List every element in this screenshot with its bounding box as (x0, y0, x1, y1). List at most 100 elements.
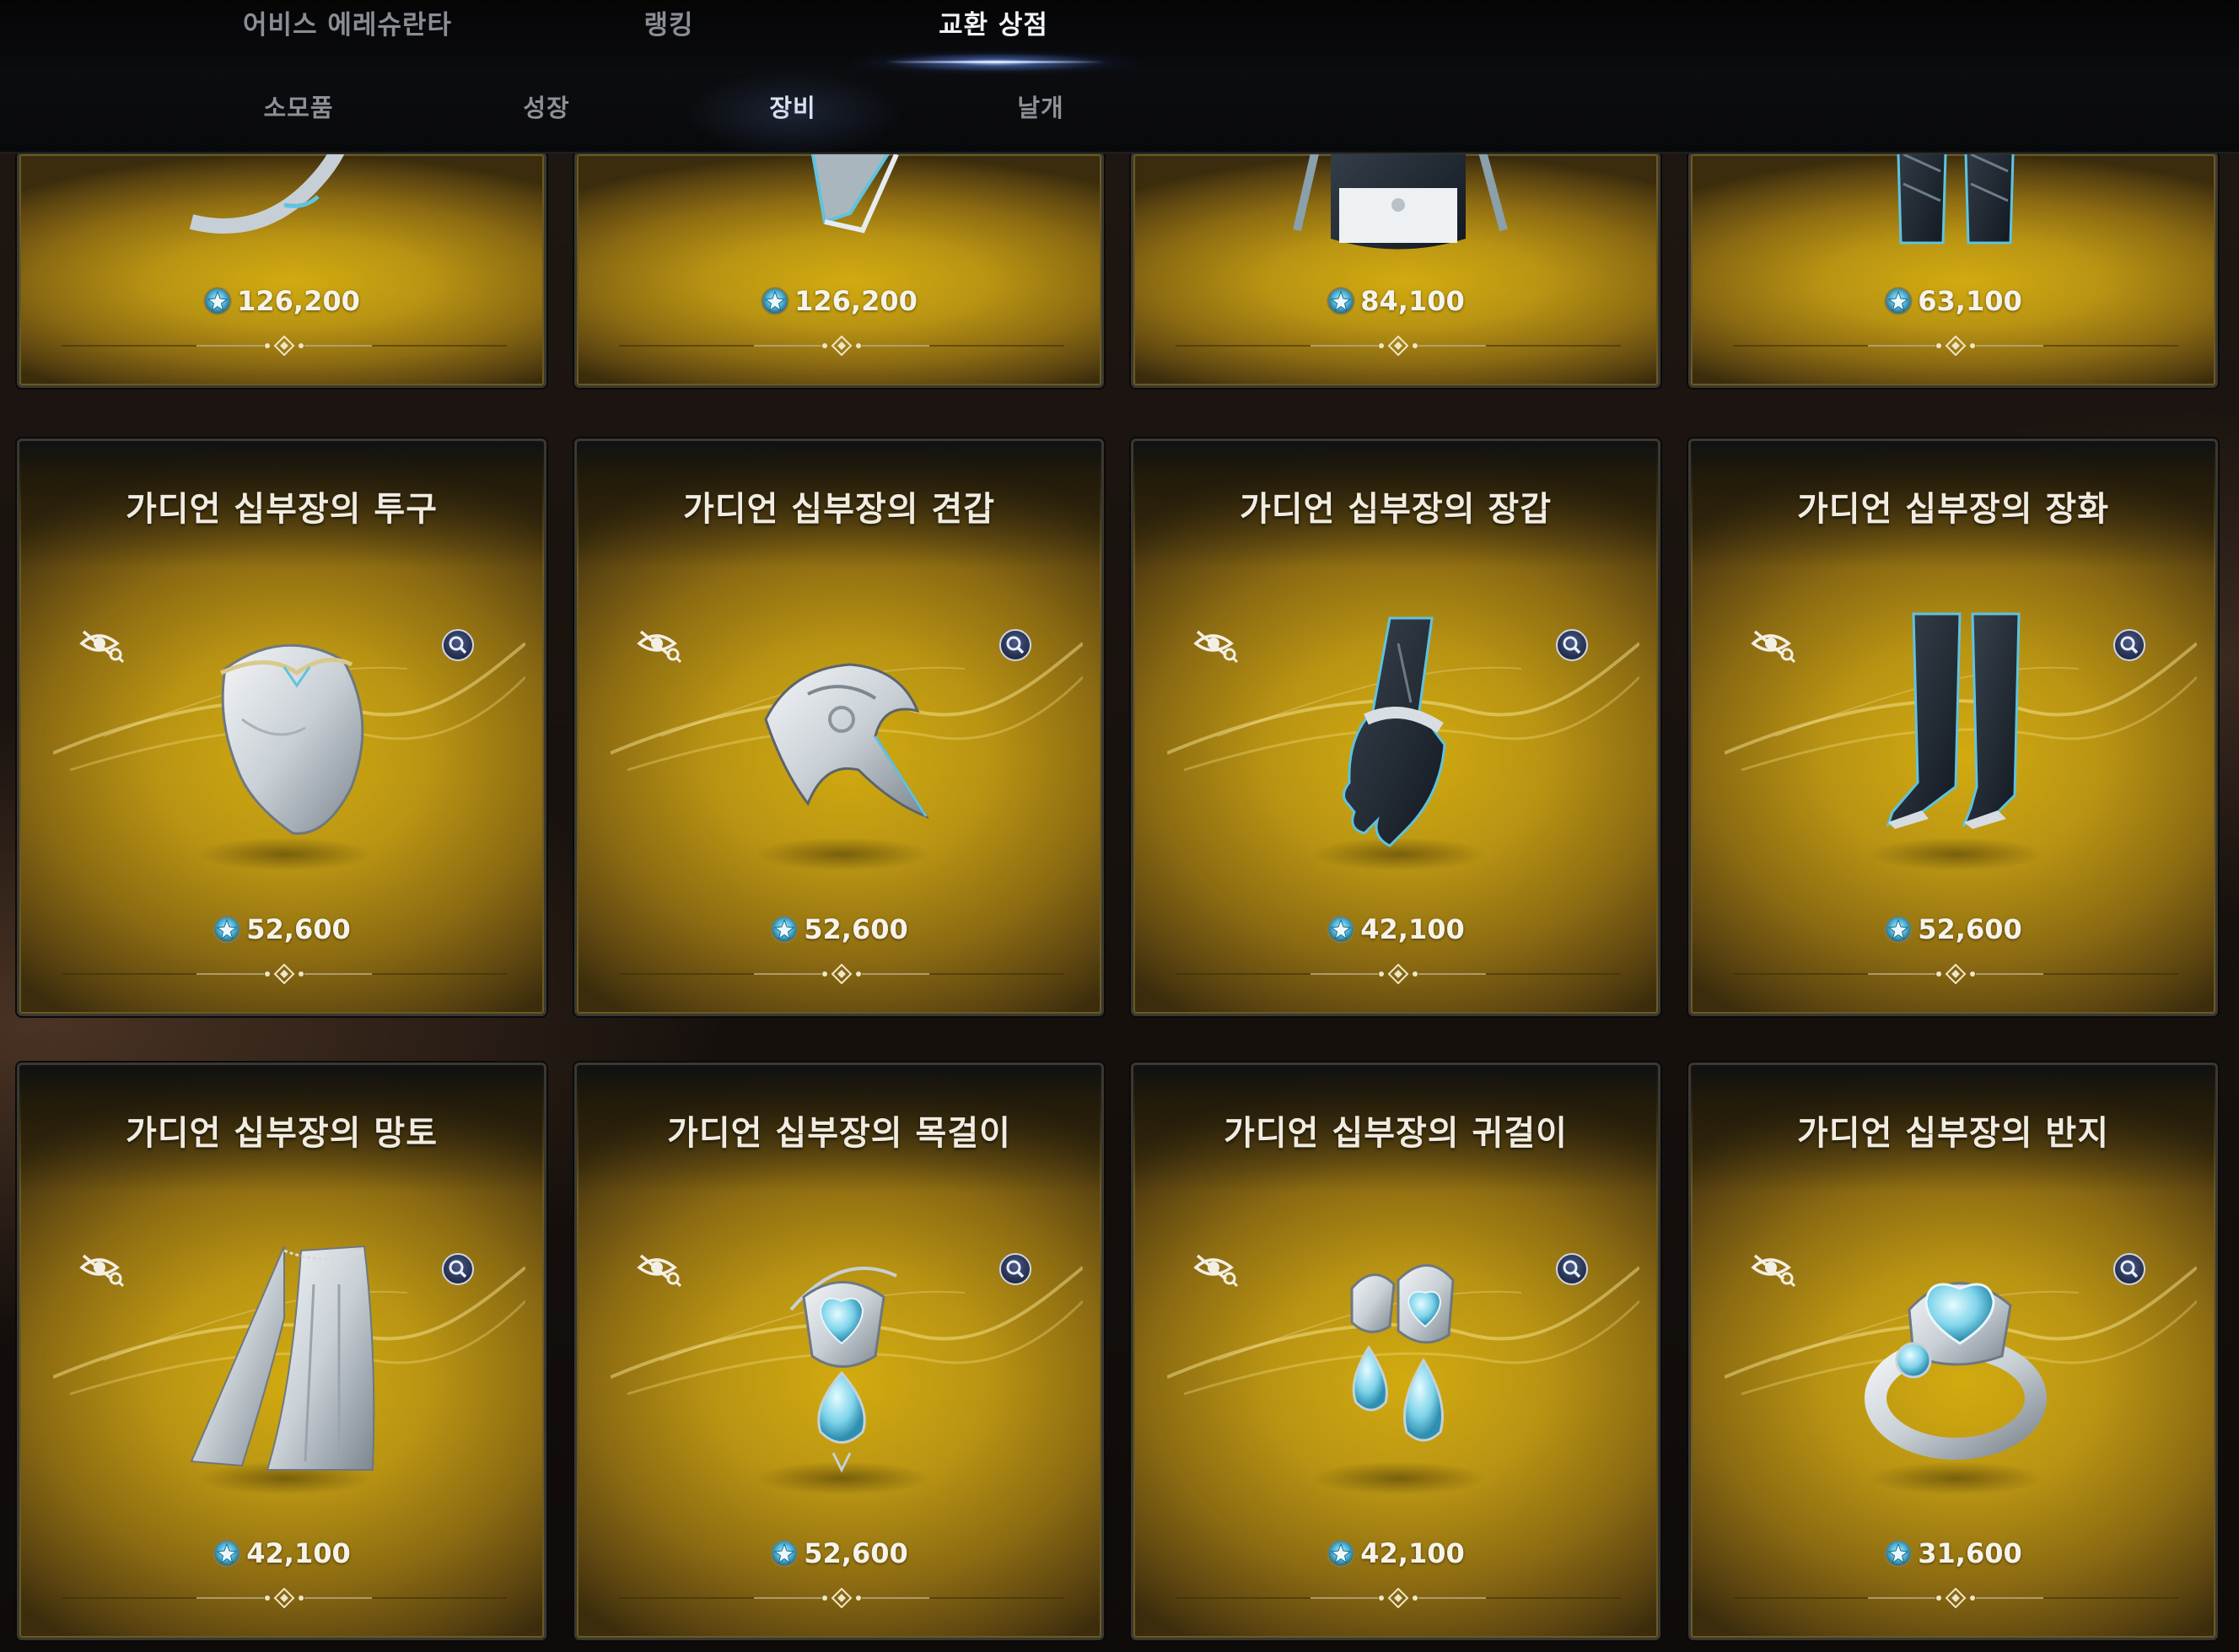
zoom-icon[interactable] (998, 1252, 1032, 1286)
tab-ranking[interactable]: 랭킹 (643, 0, 693, 67)
hide-preview-icon[interactable] (1192, 1251, 1240, 1288)
ornament-divider (1176, 1588, 1621, 1608)
ornament-divider (1733, 1588, 2178, 1608)
shop-card[interactable]: 126,200 (574, 152, 1104, 388)
price-value: 42,100 (1360, 913, 1465, 945)
glove-icon (1343, 616, 1446, 848)
item-name: 가디언 십부장의 견갑 (682, 489, 996, 529)
necklace-icon (789, 1267, 897, 1473)
ornament-divider (1733, 336, 2178, 356)
subtab-growth[interactable]: 성장 (523, 67, 569, 152)
hide-preview-icon[interactable] (636, 627, 683, 664)
price-row: 52,600 (19, 913, 544, 945)
price-value: 52,600 (804, 913, 908, 945)
price-value: 84,100 (1360, 285, 1465, 317)
zoom-icon[interactable] (2113, 628, 2146, 662)
blue-star-coin-icon (1327, 287, 1355, 315)
item-name: 가디언 십부장의 장화 (1796, 489, 2110, 529)
ornament-divider (62, 1588, 507, 1608)
tab-abyss-ereshuranta[interactable]: 어비스 에레슈란타 (243, 0, 452, 67)
blue-star-coin-icon (761, 287, 789, 315)
ornament-divider (619, 1588, 1064, 1608)
price-row: 42,100 (1133, 1537, 1658, 1569)
weapon-icon (810, 154, 899, 234)
ornament-divider (1176, 336, 1621, 356)
subtab-consumables[interactable]: 소모품 (263, 67, 333, 152)
price-row: 42,100 (1133, 913, 1658, 945)
ring-icon (1865, 1282, 2047, 1460)
item-name: 가디언 십부장의 반지 (1796, 1113, 2110, 1153)
price-value: 42,100 (246, 1537, 351, 1569)
blue-star-coin-icon (1884, 1539, 1913, 1568)
blue-star-coin-icon (770, 1539, 799, 1568)
blue-star-coin-icon (1884, 287, 1913, 315)
shop-card[interactable]: 126,200 (17, 152, 546, 388)
shop-card[interactable]: 가디언 십부장의 귀걸이 42,100 (1131, 1063, 1660, 1640)
subtab-wings[interactable]: 날개 (1017, 67, 1063, 152)
shop-card[interactable]: 84,100 (1131, 152, 1660, 388)
price-value: 63,100 (1918, 285, 2022, 317)
active-subtab-glow (675, 67, 911, 152)
hide-preview-icon[interactable] (1750, 627, 1797, 664)
helmet-icon (219, 643, 364, 835)
blue-star-coin-icon (770, 915, 799, 944)
price-row: 42,100 (19, 1537, 544, 1569)
zoom-icon[interactable] (441, 628, 475, 662)
shop-card[interactable]: 가디언 십부장의 견갑 52,600 (574, 439, 1104, 1016)
cape-icon (190, 1245, 375, 1471)
chest-armor-icon (1293, 154, 1508, 250)
ornament-divider (1733, 964, 2178, 984)
shop-card[interactable]: 63,100 (1688, 152, 2218, 388)
price-value: 31,600 (1918, 1537, 2022, 1569)
price-value: 52,600 (246, 913, 351, 945)
ornament-divider (62, 336, 507, 356)
shop-card[interactable]: 가디언 십부장의 목걸이 52,600 (574, 1063, 1104, 1640)
boots-icon (1886, 612, 2021, 829)
shop-card[interactable]: 가디언 십부장의 반지 31,600 (1688, 1063, 2218, 1640)
price-row: 52,600 (577, 1537, 1101, 1569)
shop-card[interactable]: 가디언 십부장의 투구 52,600 (17, 439, 546, 1016)
zoom-icon[interactable] (2113, 1252, 2146, 1286)
price-value: 52,600 (804, 1537, 908, 1569)
hide-preview-icon[interactable] (78, 1251, 126, 1288)
price-value: 52,600 (1918, 913, 2022, 945)
zoom-icon[interactable] (1555, 628, 1589, 662)
price-value: 126,200 (237, 285, 360, 317)
hide-preview-icon[interactable] (1192, 627, 1240, 664)
ornament-divider (619, 336, 1064, 356)
hide-preview-icon[interactable] (636, 1251, 683, 1288)
weapon-icon (189, 154, 345, 234)
price-row: 126,200 (19, 285, 544, 317)
item-name: 가디언 십부장의 투구 (125, 489, 439, 529)
shop-card[interactable]: 가디언 십부장의 장화 52,600 (1688, 439, 2218, 1016)
blue-star-coin-icon (1327, 1539, 1355, 1568)
item-name: 가디언 십부장의 귀걸이 (1224, 1113, 1568, 1153)
price-row: 31,600 (1691, 1537, 2215, 1569)
blue-star-coin-icon (213, 915, 241, 944)
ornament-divider (619, 964, 1064, 984)
price-row: 63,100 (1691, 285, 2215, 317)
hide-preview-icon[interactable] (1750, 1251, 1797, 1288)
ornament-divider (1176, 964, 1621, 984)
shop-card[interactable]: 가디언 십부장의 망토 42,100 (17, 1063, 546, 1640)
price-row: 126,200 (577, 285, 1101, 317)
sub-nav: 소모품 성장 장비 날개 (0, 67, 2239, 153)
price-row: 52,600 (577, 913, 1101, 945)
price-value: 126,200 (794, 285, 918, 317)
shoulder-icon (764, 663, 929, 819)
price-row: 52,600 (1691, 913, 2215, 945)
item-name: 가디언 십부장의 장갑 (1239, 489, 1553, 529)
zoom-icon[interactable] (441, 1252, 475, 1286)
blue-star-coin-icon (1327, 915, 1355, 944)
shop-card[interactable]: 가디언 십부장의 장갑 42,100 (1131, 439, 1660, 1016)
hide-preview-icon[interactable] (78, 627, 126, 664)
earring-icon (1350, 1264, 1455, 1442)
zoom-icon[interactable] (1555, 1252, 1589, 1286)
item-name: 가디언 십부장의 망토 (125, 1113, 439, 1153)
blue-star-coin-icon (1884, 915, 1913, 944)
blue-star-coin-icon (213, 1539, 241, 1568)
ornament-divider (62, 964, 507, 984)
leg-armor-icon (1897, 154, 2015, 245)
price-value: 42,100 (1360, 1537, 1465, 1569)
zoom-icon[interactable] (998, 628, 1032, 662)
